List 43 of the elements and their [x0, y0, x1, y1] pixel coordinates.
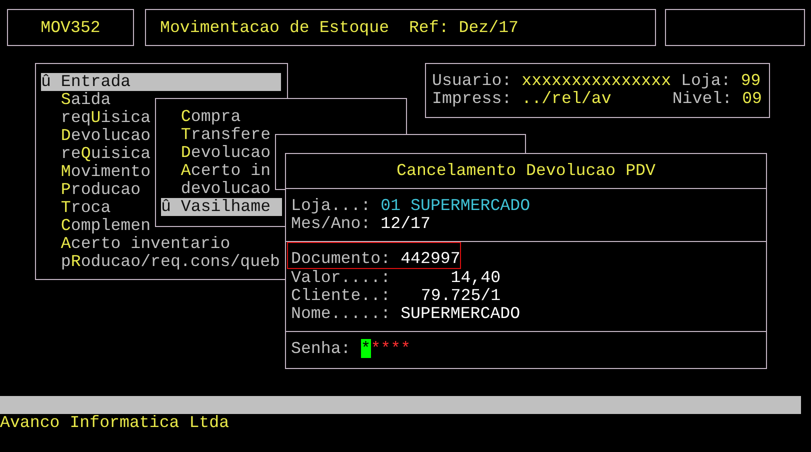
menu-item[interactable]: Compra	[161, 108, 241, 126]
field-value: 79.725/1	[420, 287, 501, 305]
field-label: Impress:	[432, 90, 512, 108]
menu-item[interactable]: reqUisica	[41, 109, 151, 127]
screen-title: Movimentacao de Estoque Ref: Dez/17	[160, 18, 518, 36]
password-field[interactable]: *****	[360, 340, 411, 358]
field-value: 442997	[400, 250, 460, 268]
field-label: Documento:	[291, 250, 391, 268]
field-value: xxxxxxxxxxxxxxx	[522, 72, 672, 90]
menu-item[interactable]: Acerto inventario	[41, 235, 230, 253]
menu-item[interactable]: Devolucao	[161, 144, 271, 162]
field-label: Cliente..:	[291, 287, 391, 305]
field-label: Loja:	[681, 72, 731, 90]
menu-item[interactable]: pRoducao/req.cons/queb	[41, 253, 280, 271]
menu-item[interactable]: devolucao	[161, 180, 271, 198]
menu-item[interactable]: Transfere	[161, 126, 271, 144]
field-label: Loja...:	[291, 197, 371, 215]
menu-item[interactable]: reQuisica	[41, 145, 151, 163]
menu-item[interactable]: Devolucao	[41, 127, 151, 145]
field-label: Nome.....:	[291, 305, 391, 323]
menu-item[interactable]: Acerto in	[161, 162, 271, 180]
menu-item[interactable]: Troca	[41, 199, 111, 217]
field-label: Nivel:	[672, 90, 732, 108]
menu-item[interactable]: Producao	[41, 181, 141, 199]
field-value: ../rel/av	[522, 90, 612, 108]
field-value: 01 SUPERMERCADO	[380, 197, 530, 215]
field-value: 99	[740, 72, 761, 90]
menu-item[interactable]: Saida	[41, 91, 111, 109]
company-name: Avanco Informatica Ltda	[0, 414, 230, 432]
field-value: 14,40	[450, 269, 501, 287]
menu-item[interactable]: û Vasilhame	[161, 198, 282, 216]
menu-item[interactable]: Complemen	[41, 217, 151, 235]
field-label: Valor....:	[291, 269, 391, 287]
menu-item[interactable]: û Entrada	[41, 73, 281, 91]
field-label: Mes/Ano:	[291, 215, 371, 233]
field-value: 12/17	[380, 215, 430, 233]
field-label: Senha:	[291, 340, 351, 358]
field-value: SUPERMERCADO	[400, 305, 520, 323]
program-code: MOV352	[40, 18, 100, 36]
field-value: 09	[742, 90, 762, 108]
menu-item[interactable]: Movimento	[41, 163, 151, 181]
dialog-title: Cancelamento Devolucao PDV	[396, 161, 656, 180]
field-label: Usuario:	[432, 72, 512, 90]
